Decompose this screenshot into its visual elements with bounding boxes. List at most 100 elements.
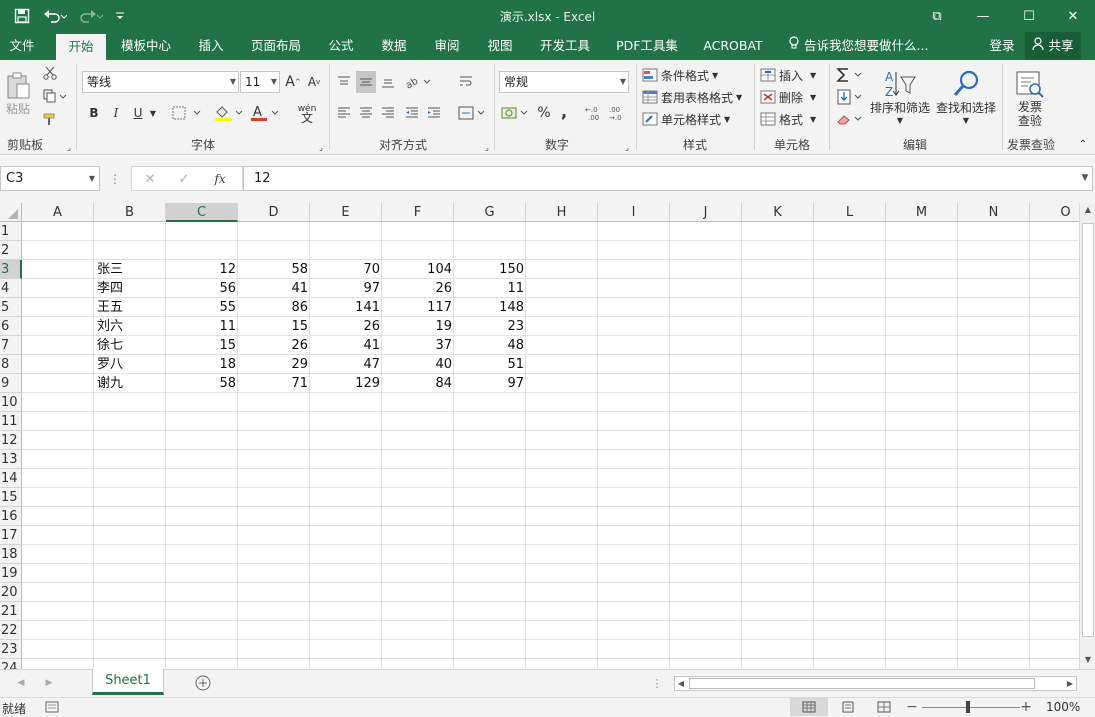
row-header-17[interactable]: 17	[0, 526, 22, 545]
tab-view[interactable]: 视图	[479, 32, 521, 60]
expand-formula-bar-icon[interactable]: ▼	[1079, 170, 1091, 186]
row-header-23[interactable]: 23	[0, 640, 22, 659]
cell-value[interactable]: 141	[310, 298, 382, 317]
cell-value[interactable]: 150	[454, 260, 526, 279]
row-header-9[interactable]: 9	[0, 374, 22, 393]
row-header-6[interactable]: 6	[0, 317, 22, 336]
zoom-level[interactable]: 100%	[1046, 700, 1080, 714]
row-header-21[interactable]: 21	[0, 602, 22, 621]
column-header-i[interactable]: I	[598, 203, 670, 222]
cell-value[interactable]: 41	[238, 279, 310, 298]
name-box[interactable]: C3 ▼	[0, 166, 100, 191]
tab-template-center[interactable]: 模板中心	[114, 32, 178, 60]
tab-split-dots-icon[interactable]: ⋮	[650, 676, 664, 690]
cell-value[interactable]: 40	[382, 355, 454, 374]
number-format-combo[interactable]: 常规 ▼	[499, 71, 629, 93]
grow-font-icon[interactable]: A ^	[284, 72, 302, 92]
row-header-11[interactable]: 11	[0, 412, 22, 431]
ribbon-display-button[interactable]: ⧉	[914, 0, 960, 32]
scroll-right-icon[interactable]: ▶	[1064, 677, 1076, 690]
comma-style-button[interactable]: ,	[556, 100, 572, 122]
scroll-down-icon[interactable]: ▼	[1082, 655, 1094, 669]
cell-value[interactable]: 26	[382, 279, 454, 298]
add-sheet-icon[interactable]	[194, 674, 212, 692]
page-layout-view-icon[interactable]	[838, 699, 858, 715]
cell-value[interactable]: 56	[166, 279, 238, 298]
row-header-13[interactable]: 13	[0, 450, 22, 469]
vertical-scroll-thumb[interactable]	[1082, 223, 1094, 637]
decrease-decimal-icon[interactable]: .00 →.0	[608, 102, 630, 124]
normal-view-icon[interactable]	[790, 698, 828, 716]
italic-button[interactable]: I	[108, 103, 124, 123]
fill-color-icon[interactable]	[212, 102, 246, 124]
tab-home[interactable]: 开始	[56, 34, 106, 60]
cell-value[interactable]: 11	[454, 279, 526, 298]
wrap-text-icon[interactable]	[456, 71, 478, 93]
copy-icon[interactable]	[40, 87, 70, 105]
conditional-format-button[interactable]: 条件格式 ▼	[642, 65, 752, 85]
cancel-entry-icon[interactable]: ✕	[140, 169, 160, 189]
insert-cells-button[interactable]: 插入 ▼	[760, 65, 824, 85]
tab-data[interactable]: 数据	[373, 32, 415, 60]
row-header-20[interactable]: 20	[0, 583, 22, 602]
formula-input[interactable]: 12	[243, 166, 1093, 191]
border-icon[interactable]	[170, 103, 204, 123]
fill-down-icon[interactable]	[834, 87, 866, 107]
login-link[interactable]: 登录	[984, 32, 1020, 60]
column-header-b[interactable]: B	[94, 203, 166, 222]
worksheet-grid[interactable]: A B C D E F G H I J K L M N O 1 2 3 4 5 6 7 8 9 10 11 12 13 14 15 16 17…	[0, 203, 1079, 669]
row-header-2[interactable]: 2	[0, 241, 22, 260]
cell-value[interactable]: 117	[382, 298, 454, 317]
cell-value[interactable]: 11	[166, 317, 238, 336]
cell-value[interactable]: 129	[310, 374, 382, 393]
paste-button[interactable]: 粘贴	[4, 66, 32, 122]
column-header-l[interactable]: L	[814, 203, 886, 222]
cell-name[interactable]: 王五	[94, 298, 166, 317]
percent-button[interactable]: %	[534, 102, 554, 124]
align-bottom-icon[interactable]	[378, 71, 398, 93]
clipboard-launcher-icon[interactable]: ⌟	[64, 142, 74, 152]
format-as-table-button[interactable]: 套用表格格式 ▼	[642, 87, 754, 107]
select-all-corner[interactable]	[0, 203, 22, 222]
prev-sheet-icon[interactable]: ◀	[14, 676, 28, 690]
page-break-view-icon[interactable]	[874, 699, 894, 715]
invoice-check-button[interactable]: 发票 查验	[1008, 66, 1052, 132]
column-header-g[interactable]: G	[454, 203, 526, 222]
align-left-icon[interactable]	[334, 102, 354, 124]
chevron-down-icon[interactable]: ▼	[147, 103, 159, 123]
phonetic-icon[interactable]: wén 文	[290, 102, 324, 126]
cell-value[interactable]: 97	[454, 374, 526, 393]
cell-name[interactable]: 罗八	[94, 355, 166, 374]
cell-name[interactable]: 李四	[94, 279, 166, 298]
format-painter-icon[interactable]	[40, 110, 60, 128]
tell-me-box[interactable]: 告诉我您想要做什么...	[788, 32, 938, 60]
zoom-in-icon[interactable]: +	[1020, 699, 1032, 715]
decrease-indent-icon[interactable]	[402, 102, 422, 124]
cell-value[interactable]: 37	[382, 336, 454, 355]
vertical-scrollbar[interactable]: ▲ ▼	[1079, 203, 1095, 669]
sort-filter-button[interactable]: AZ 排序和筛选 ▼	[868, 64, 932, 130]
row-header-12[interactable]: 12	[0, 431, 22, 450]
delete-cells-button[interactable]: 删除 ▼	[760, 87, 824, 107]
tab-insert[interactable]: 插入	[190, 32, 232, 60]
row-header-24[interactable]: 24	[0, 659, 22, 669]
tab-page-layout[interactable]: 页面布局	[244, 32, 308, 60]
next-sheet-icon[interactable]: ▶	[42, 676, 56, 690]
confirm-entry-icon[interactable]: ✓	[174, 169, 194, 189]
row-header-8[interactable]: 8	[0, 355, 22, 374]
row-header-18[interactable]: 18	[0, 545, 22, 564]
cell-name[interactable]: 谢九	[94, 374, 166, 393]
horizontal-scrollbar[interactable]: ◀ ▶	[674, 676, 1077, 691]
font-color-icon[interactable]: A	[248, 102, 282, 124]
accounting-format-icon[interactable]	[500, 102, 530, 124]
tab-acrobat[interactable]: ACROBAT	[698, 32, 768, 60]
column-header-j[interactable]: J	[670, 203, 742, 222]
cell-value[interactable]: 47	[310, 355, 382, 374]
autosum-icon[interactable]	[834, 65, 866, 85]
format-cells-button[interactable]: 格式 ▼	[760, 109, 824, 129]
insert-function-icon[interactable]: fx	[208, 169, 232, 189]
collapse-ribbon-icon[interactable]: ⌃	[1076, 138, 1090, 150]
row-header-7[interactable]: 7	[0, 336, 22, 355]
cell-value[interactable]: 58	[166, 374, 238, 393]
cell-name[interactable]: 刘六	[94, 317, 166, 336]
